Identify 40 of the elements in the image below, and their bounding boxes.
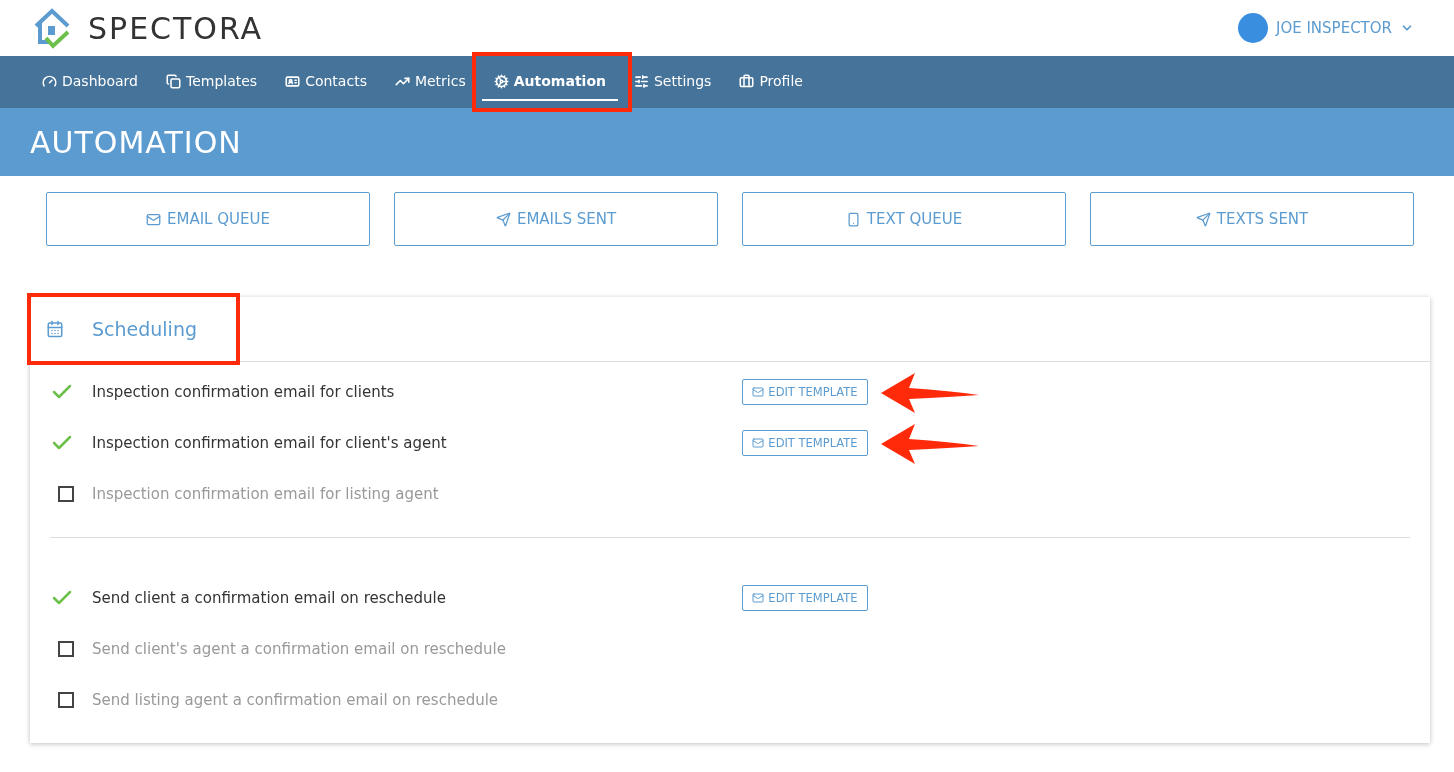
nav-tab[interactable]: Templates: [153, 63, 270, 101]
paper-plane-icon: [495, 211, 511, 227]
option-label: Send client's agent a confirmation email on reschedule: [92, 639, 507, 658]
brand-name: SPECTORA: [88, 10, 264, 46]
section-title: Scheduling: [92, 318, 197, 340]
paper-plane-icon: [1195, 211, 1211, 227]
gear-icon: [493, 73, 509, 89]
checkbox[interactable]: [58, 485, 74, 502]
action-button[interactable]: TEXT QUEUE: [742, 192, 1066, 246]
checkbox[interactable]: [58, 640, 74, 657]
avatar[interactable]: [1237, 13, 1268, 43]
envelope-icon: [752, 436, 765, 449]
action-button[interactable]: EMAIL QUEUE: [46, 192, 370, 246]
nav-tab[interactable]: Metrics: [382, 63, 478, 101]
envelope-icon: [752, 591, 765, 604]
briefcase-icon: [739, 73, 755, 89]
nav-tab[interactable]: Dashboard: [30, 63, 150, 101]
nav-tab[interactable]: Automation: [481, 63, 618, 101]
option-label: Inspection confirmation email for clients: [92, 382, 396, 401]
action-button[interactable]: TEXTS SENT: [1090, 192, 1414, 246]
sliders-icon: [634, 73, 649, 89]
phone-icon: [845, 211, 861, 227]
option-label: Inspection confirmation email for listing agent: [92, 484, 440, 503]
checkbox[interactable]: [58, 691, 74, 708]
gauge-icon: [42, 73, 57, 89]
action-button[interactable]: EMAILS SENT: [394, 192, 718, 246]
edit-template-button[interactable]: EDIT TEMPLATE: [742, 584, 868, 611]
id-card-icon: [285, 73, 301, 89]
nav-tab[interactable]: Contacts: [273, 63, 379, 101]
nav-tab[interactable]: Profile: [727, 63, 815, 101]
option-label: Send listing agent a confirmation email on reschedule: [92, 690, 500, 709]
page-title: AUTOMATION: [30, 124, 242, 160]
option-label: Send client a confirmation email on reschedule: [92, 588, 447, 607]
copy-icon: [165, 73, 181, 89]
calendar-icon: [46, 320, 64, 338]
user-name[interactable]: JOE INSPECTOR: [1275, 19, 1392, 37]
nav-tab[interactable]: Settings: [622, 63, 724, 101]
envelope-icon: [146, 211, 161, 227]
envelope-icon: [752, 385, 765, 398]
option-label: Inspection confirmation email for client's agent: [92, 433, 448, 452]
